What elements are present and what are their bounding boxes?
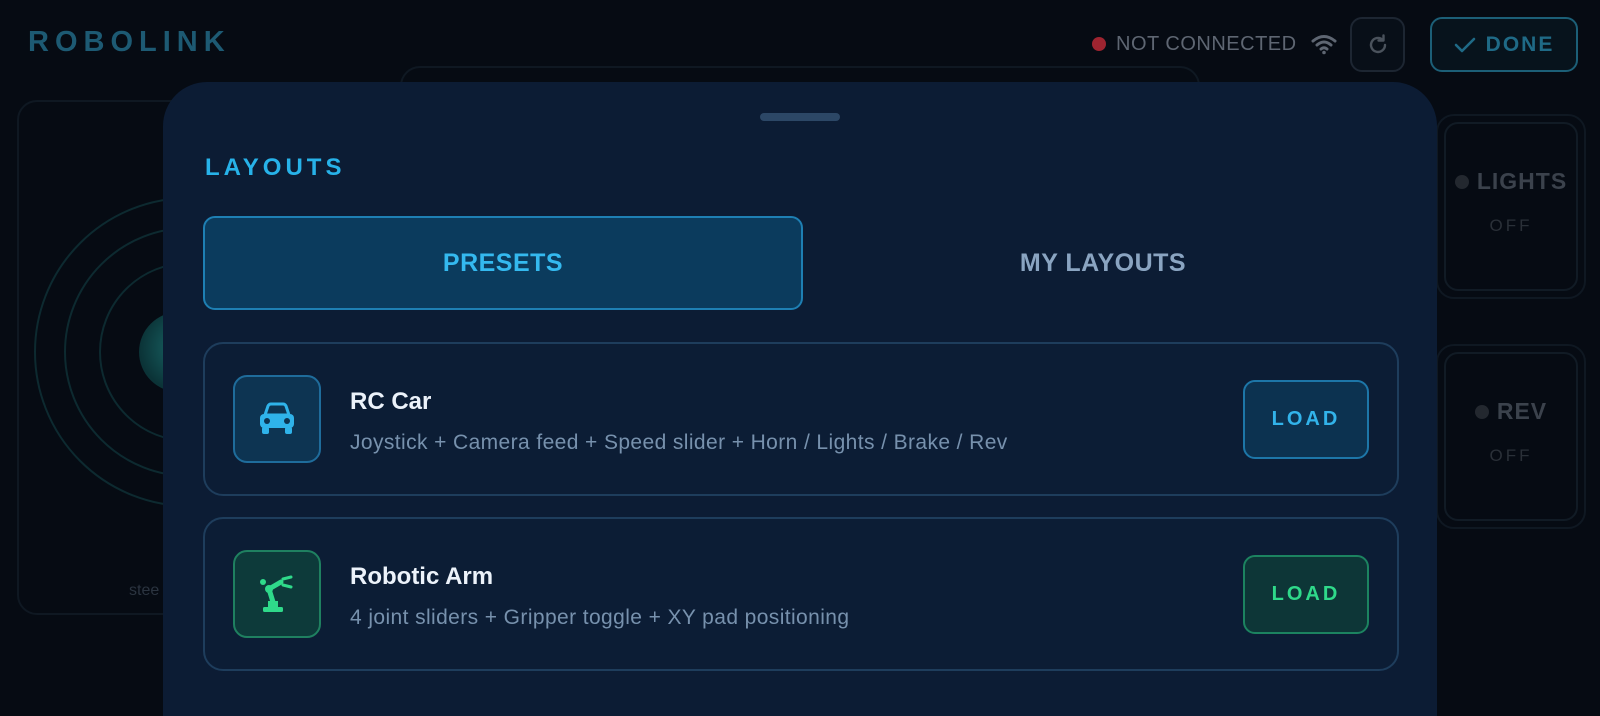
rc-car-icon-tile	[233, 375, 321, 463]
lights-state: OFF	[1489, 216, 1533, 235]
joystick-label: stee	[129, 582, 160, 599]
preset-description: 4 joint sliders + Gripper toggle + XY pa…	[350, 606, 850, 629]
app-brand: ROBOLINK	[28, 26, 231, 58]
connection-status: NOT CONNECTED	[1092, 30, 1337, 58]
done-button-label: DONE	[1485, 32, 1555, 56]
wifi-icon	[1311, 35, 1337, 55]
load-rc-car-button[interactable]: LOAD	[1243, 380, 1369, 459]
preset-card-rc-car[interactable]: RC Car Joystick + Camera feed + Speed sl…	[203, 342, 1399, 496]
sheet-title: LAYOUTS	[205, 154, 346, 181]
rev-tile-label: REV	[1438, 398, 1584, 425]
robotic-arm-icon-tile	[233, 550, 321, 638]
load-robotic-arm-button[interactable]: LOAD	[1243, 555, 1369, 634]
lights-label-text: LIGHTS	[1476, 168, 1568, 194]
refresh-icon	[1369, 33, 1386, 53]
preset-list: RC Car Joystick + Camera feed + Speed sl…	[203, 342, 1399, 716]
rev-indicator-icon	[1474, 404, 1489, 419]
sheet-drag-handle[interactable]	[760, 113, 840, 121]
status-dot-icon	[1092, 37, 1106, 51]
rev-state: OFF	[1489, 446, 1533, 465]
preset-description: Joystick + Camera feed + Speed slider + …	[350, 431, 1008, 454]
tab-my-layouts[interactable]: MY LAYOUTS	[803, 216, 1403, 310]
lights-tile-frame	[1444, 122, 1578, 291]
tab-presets-label: PRESETS	[442, 248, 564, 277]
rev-tile[interactable]: REV OFF	[1436, 344, 1586, 529]
preset-name: RC Car	[350, 388, 432, 415]
robotic-arm-icon	[260, 575, 293, 612]
lights-tile-label: LIGHTS	[1438, 168, 1584, 195]
rev-label-text: REV	[1496, 398, 1548, 424]
tab-presets[interactable]: PRESETS	[203, 216, 803, 310]
refresh-button[interactable]	[1350, 17, 1405, 72]
preset-name: Robotic Arm	[350, 563, 494, 590]
tab-my-layouts-label: MY LAYOUTS	[1019, 248, 1187, 277]
done-button[interactable]: DONE	[1430, 17, 1578, 72]
car-icon	[260, 402, 294, 434]
lights-indicator-icon	[1454, 174, 1469, 189]
layouts-sheet: LAYOUTS PRESETS MY LAYOUTS RC Car Joysti…	[163, 82, 1437, 716]
rev-tile-frame	[1444, 352, 1578, 521]
preset-card-robotic-arm[interactable]: Robotic Arm 4 joint sliders + Gripper to…	[203, 517, 1399, 671]
checkmark-icon	[1454, 37, 1475, 52]
connection-status-text: NOT CONNECTED	[1116, 32, 1297, 55]
lights-tile[interactable]: LIGHTS OFF	[1436, 114, 1586, 299]
